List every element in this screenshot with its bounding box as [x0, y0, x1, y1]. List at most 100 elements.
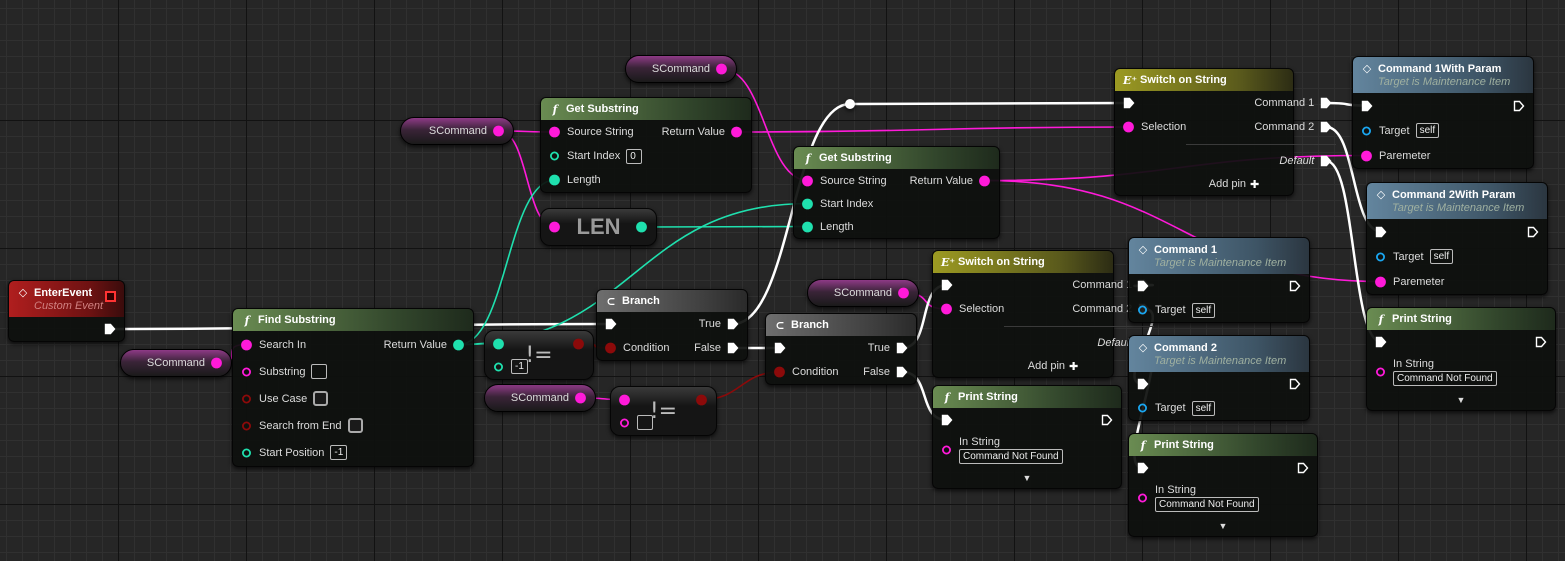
string-pin[interactable] — [549, 221, 561, 233]
pin-default-value[interactable]: Command Not Found — [1393, 371, 1497, 386]
exec-pin[interactable] — [1320, 155, 1332, 167]
int-pin[interactable] — [241, 447, 253, 459]
exec-pin[interactable] — [727, 342, 739, 354]
int-pin[interactable] — [802, 198, 814, 210]
pin-default-value[interactable]: self — [1191, 302, 1216, 318]
bool-pin[interactable] — [605, 342, 617, 354]
exec-pin[interactable] — [896, 366, 908, 378]
string-pin[interactable] — [731, 126, 743, 138]
bool-pin[interactable] — [573, 338, 585, 350]
exec-pin[interactable] — [605, 318, 617, 330]
get-substring-2-node[interactable]: f Get Substring Source String Start Index Le… — [793, 146, 1000, 239]
not-equal-int-node[interactable]: -1 != — [484, 330, 594, 380]
bool-pin[interactable] — [696, 394, 708, 406]
string-pin[interactable] — [619, 417, 631, 429]
bool-pin[interactable] — [241, 393, 253, 405]
int-pin[interactable] — [636, 221, 648, 233]
exec-pin[interactable] — [1375, 336, 1387, 348]
var-scommand-4-node[interactable]: SCommand — [484, 384, 596, 412]
branch-1-node[interactable]: ⊂ Branch Condition True False — [596, 289, 748, 361]
string-pin[interactable] — [979, 175, 991, 187]
object-pin[interactable] — [1137, 402, 1149, 414]
exec-pin[interactable] — [1137, 378, 1149, 390]
string-pin[interactable] — [1361, 150, 1373, 162]
expand-arrow-icon[interactable]: ▼ — [1367, 390, 1555, 410]
command-2-node[interactable]: ◇ Command 2 Target is Maintenance Item Targ… — [1128, 335, 1310, 421]
object-pin[interactable] — [1137, 304, 1149, 316]
string-pin[interactable] — [802, 175, 814, 187]
string-pin[interactable] — [549, 126, 561, 138]
exec-pin[interactable] — [1513, 100, 1525, 112]
string-pin[interactable] — [1375, 276, 1387, 288]
exec-pin[interactable] — [941, 414, 953, 426]
exec-pin[interactable] — [104, 323, 116, 335]
pin-default-value[interactable]: Command Not Found — [1155, 497, 1259, 512]
blueprint-graph-canvas[interactable]: ◇ EnterEvent Custom Event SCommand SCommand S… — [0, 0, 1565, 561]
string-pin[interactable] — [493, 125, 505, 137]
string-pin[interactable] — [1123, 121, 1135, 133]
exec-pin[interactable] — [1361, 100, 1373, 112]
exec-pin[interactable] — [1375, 226, 1387, 238]
string-pin[interactable] — [898, 287, 910, 299]
string-pin[interactable] — [941, 444, 953, 456]
pin-default-value[interactable] — [311, 364, 328, 379]
int-pin[interactable] — [549, 150, 561, 162]
exec-pin[interactable] — [1101, 414, 1113, 426]
string-pin[interactable] — [1137, 492, 1149, 504]
pin-default-value[interactable]: self — [1415, 123, 1440, 138]
var-scommand-3-node[interactable]: SCommand — [120, 349, 232, 377]
int-pin[interactable] — [802, 221, 814, 233]
bool-pin[interactable] — [241, 420, 253, 432]
exec-wire[interactable] — [849, 101, 1130, 106]
var-scommand-5-node[interactable]: SCommand — [807, 279, 919, 307]
string-pin[interactable] — [941, 303, 953, 315]
exec-pin[interactable] — [1137, 462, 1149, 474]
pin-default-value[interactable] — [637, 415, 653, 430]
string-pin[interactable] — [241, 339, 253, 351]
exec-pin[interactable] — [1535, 336, 1547, 348]
exec-pin[interactable] — [1320, 97, 1332, 109]
switch-on-string-1-node[interactable]: E⁺ Switch on String Selection Command 1 Comm… — [1114, 68, 1337, 196]
string-pin[interactable] — [575, 392, 587, 404]
exec-pin[interactable] — [1289, 378, 1301, 390]
add-pin-button[interactable]: Add pin ✚ — [933, 355, 1113, 377]
print-string-3-node[interactable]: f Print String In String Command Not Found ▼ — [1128, 433, 1318, 537]
exec-pin[interactable] — [774, 342, 786, 354]
branch-2-node[interactable]: ⊂ Branch Condition True False — [765, 313, 917, 385]
string-wire[interactable] — [736, 126, 1130, 133]
pin-default-value[interactable]: Command Not Found — [959, 449, 1063, 464]
checkbox[interactable] — [313, 391, 329, 406]
command-2-with-param-node[interactable]: ◇ Command 2With Param Target is Maintenanc… — [1366, 182, 1548, 295]
exec-pin[interactable] — [941, 279, 953, 291]
exec-pin[interactable] — [727, 318, 739, 330]
switch-on-string-2-node[interactable]: E⁺ Switch on String Selection Command 1 Comm… — [932, 250, 1155, 378]
command-1-with-param-node[interactable]: ◇ Command 1With Param Target is Maintenanc… — [1352, 56, 1534, 169]
pin-default-value[interactable]: self — [1429, 249, 1454, 264]
exec-pin[interactable] — [1123, 97, 1135, 109]
expand-arrow-icon[interactable]: ▼ — [1129, 516, 1317, 536]
string-pin[interactable] — [619, 394, 631, 406]
enter-event-node[interactable]: ◇ EnterEvent Custom Event — [8, 280, 125, 342]
object-pin[interactable] — [1361, 125, 1373, 137]
not-equal-string-node[interactable]: != — [610, 386, 717, 436]
int-wire[interactable] — [641, 225, 809, 228]
int-pin[interactable] — [493, 361, 505, 373]
int-pin[interactable] — [549, 174, 561, 186]
exec-pin[interactable] — [1289, 280, 1301, 292]
exec-pin[interactable] — [1297, 462, 1309, 474]
exec-pin[interactable] — [1320, 121, 1332, 133]
len-node[interactable]: LEN — [540, 208, 657, 246]
find-substring-node[interactable]: f Find Substring Search In Substring Use Cas… — [232, 308, 474, 467]
get-substring-1-node[interactable]: f Get Substring Source String Start Index 0 L… — [540, 97, 752, 193]
pin-default-value[interactable]: -1 — [511, 359, 528, 374]
pin-default-value[interactable]: 0 — [626, 148, 643, 164]
int-pin[interactable] — [493, 338, 505, 350]
var-scommand-2-node[interactable]: SCommand — [625, 55, 737, 83]
var-scommand-1-node[interactable]: SCommand — [400, 117, 514, 145]
pin-default-value[interactable]: self — [1191, 400, 1216, 416]
add-pin-button[interactable]: Add pin ✚ — [1115, 173, 1293, 195]
exec-pin[interactable] — [1137, 280, 1149, 292]
exec-pin[interactable] — [896, 342, 908, 354]
string-pin[interactable] — [716, 63, 728, 75]
string-pin[interactable] — [241, 366, 253, 378]
